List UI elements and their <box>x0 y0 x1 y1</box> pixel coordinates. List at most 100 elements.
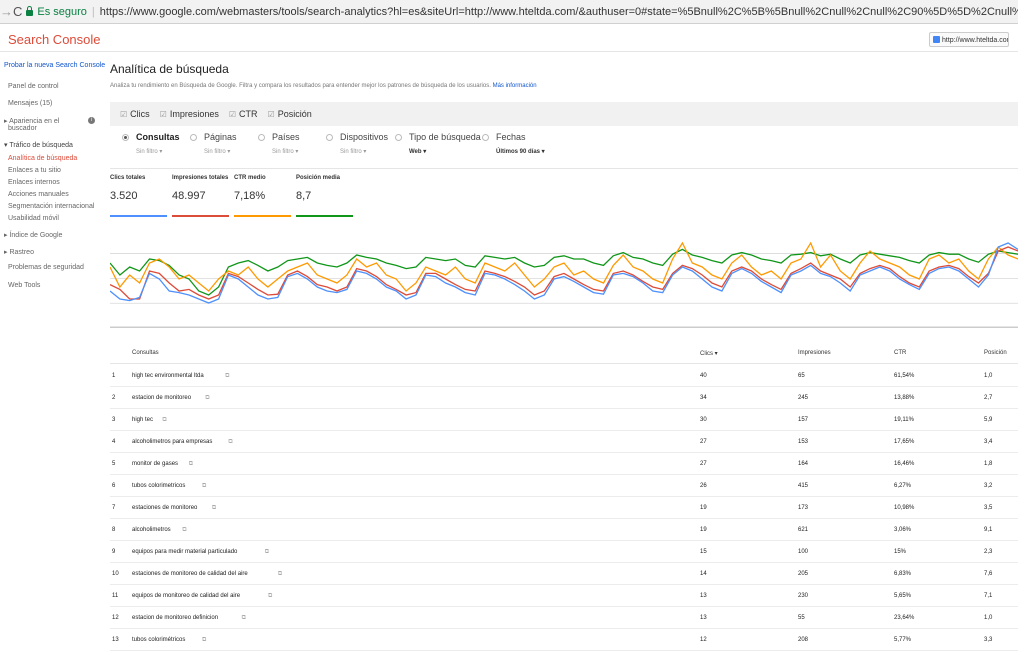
cell-query[interactable]: equipos para medir material particulado <box>132 549 237 555</box>
metric-ctr-checkbox[interactable]: ☑ CTR <box>229 109 258 119</box>
col-impresiones[interactable]: Impresiones <box>798 350 831 356</box>
more-info-link[interactable]: Más información <box>493 83 537 89</box>
external-link-icon[interactable]: ⧉ <box>182 527 186 534</box>
external-link-icon[interactable]: ⧉ <box>205 395 209 402</box>
cell-query[interactable]: high tec <box>132 417 153 423</box>
sidebar-item-enlaces-sitio[interactable]: Enlaces a tu sitio <box>8 167 61 174</box>
radio-icon[interactable] <box>190 134 197 141</box>
cell-impresiones: 164 <box>798 461 809 467</box>
metric-clics-checkbox[interactable]: ☑ Clics <box>120 109 150 119</box>
metric-posicion-checkbox[interactable]: ☑ Posición <box>268 109 312 119</box>
sidebar-item-analitica[interactable]: Analítica de búsqueda <box>8 155 77 162</box>
forward-arrow-icon[interactable]: → <box>0 4 13 19</box>
table-row[interactable]: 10 estaciones de monitoreo de calidad del… <box>110 563 1018 585</box>
cell-index: 9 <box>112 549 116 555</box>
cell-impresiones: 415 <box>798 483 809 489</box>
metrics-selector: ☑ Clics ☑ Impresiones ☑ CTR ☑ Posición <box>110 102 1018 126</box>
cell-clics: 27 <box>700 439 707 445</box>
sidebar-item-usabilidad[interactable]: Usabilidad móvil <box>8 215 59 222</box>
cell-query[interactable]: monitor de gases <box>132 461 178 467</box>
radio-icon[interactable] <box>258 134 265 141</box>
stat-clics: Clics totales 3.520 <box>110 175 167 217</box>
cell-query[interactable]: equipos de monitoreo de calidad del aire <box>132 593 240 599</box>
sidebar-item-seguridad[interactable]: Problemas de seguridad <box>8 264 84 271</box>
secure-label: Es seguro <box>37 5 87 18</box>
sidebar-item-trafico[interactable]: ▾ Tráfico de búsqueda <box>4 141 73 149</box>
table-row[interactable]: 7 estaciones de monitoreo ⧉ 19 173 10,98% 3,5 <box>110 497 1018 519</box>
cell-query[interactable]: tubos colorimetricos <box>132 483 185 489</box>
table-row[interactable]: 13 tubos colorimétricos ⧉ 12 208 5,77% 3,3 <box>110 629 1018 651</box>
metric-impresiones-checkbox[interactable]: ☑ Impresiones <box>160 109 219 119</box>
table-row[interactable]: 12 estacion de monitoreo definicion ⧉ 13 55 2… <box>110 607 1018 629</box>
external-link-icon[interactable]: ⧉ <box>278 571 282 578</box>
external-link-icon[interactable]: ⧉ <box>242 615 246 622</box>
external-link-icon[interactable]: ⧉ <box>228 439 232 446</box>
reload-icon[interactable]: C <box>13 4 22 19</box>
external-link-icon[interactable]: ⧉ <box>212 505 216 512</box>
dim-fechas-filter[interactable]: Últimos 90 días ▾ <box>496 148 545 155</box>
external-link-icon[interactable]: ⧉ <box>265 549 269 556</box>
col-clics[interactable]: Clics ▾ <box>700 350 718 357</box>
radio-icon[interactable] <box>482 134 489 141</box>
col-ctr[interactable]: CTR <box>894 350 906 356</box>
dim-paginas-filter[interactable]: Sin filtro ▾ <box>204 148 230 155</box>
sidebar-item-web-tools[interactable]: Web Tools <box>8 282 40 289</box>
sidebar-item-mensajes[interactable]: Mensajes (15) <box>8 100 52 107</box>
cell-query[interactable]: tubos colorimétricos <box>132 637 185 643</box>
secure-indicator[interactable]: Es seguro <box>26 5 87 18</box>
site-selector[interactable]: http://www.hteltda.com/ ▾ <box>929 32 1009 47</box>
cell-query[interactable]: high tec environmental ltda <box>132 373 204 379</box>
table-row[interactable]: 4 alcoholimetros para empresas ⧉ 27 153 17,65… <box>110 431 1018 453</box>
col-consultas[interactable]: Consultas <box>132 350 159 356</box>
dim-consultas-filter[interactable]: Sin filtro ▾ <box>136 148 162 155</box>
sidebar-item-panel[interactable]: Panel de control <box>8 83 59 90</box>
cell-posicion: 9,1 <box>984 527 993 533</box>
dim-paises-filter[interactable]: Sin filtro ▾ <box>272 148 298 155</box>
table-row[interactable]: 3 high tec ⧉ 30 157 19,11% 5,9 <box>110 409 1018 431</box>
dim-dispositivos-filter[interactable]: Sin filtro ▾ <box>340 148 366 155</box>
cell-query[interactable]: alcoholimetros <box>132 527 171 533</box>
sidebar-item-apariencia[interactable]: ▸ Apariencia en el <box>4 117 59 125</box>
table-row[interactable]: 1 high tec environmental ltda ⧉ 40 65 61,54% 1… <box>110 365 1018 387</box>
sidebar-item-enlaces-internos[interactable]: Enlaces internos <box>8 179 60 186</box>
table-row[interactable]: 9 equipos para medir material particulado… <box>110 541 1018 563</box>
external-link-icon[interactable]: ⧉ <box>202 637 206 644</box>
col-posicion[interactable]: Posición <box>984 350 1007 356</box>
table-row[interactable]: 5 monitor de gases ⧉ 27 164 16,46% 1,8 <box>110 453 1018 475</box>
url-separator: | <box>91 5 95 18</box>
url-text[interactable]: https://www.google.com/webmasters/tools/… <box>100 6 1018 18</box>
sidebar-item-rastreo[interactable]: ▸ Rastreo <box>4 248 34 256</box>
cell-impresiones: 245 <box>798 395 809 401</box>
brand-logo[interactable]: Search Console <box>8 32 101 47</box>
cell-query[interactable]: estacion de monitoreo definicion <box>132 615 218 621</box>
table-row[interactable]: 2 estacion de monitoreo ⧉ 34 245 13,88% 2,7 <box>110 387 1018 409</box>
external-link-icon[interactable]: ⧉ <box>162 417 166 424</box>
dim-tipo-filter[interactable]: Web ▾ <box>409 148 426 155</box>
cell-posicion: 7,1 <box>984 593 993 599</box>
external-link-icon[interactable]: ⧉ <box>202 483 206 490</box>
external-link-icon[interactable]: ⧉ <box>189 461 193 468</box>
performance-chart[interactable] <box>110 237 1018 329</box>
radio-icon[interactable] <box>395 134 402 141</box>
table-row[interactable]: 11 equipos de monitoreo de calidad del ai… <box>110 585 1018 607</box>
sidebar-item-segmentacion[interactable]: Segmentación internacional <box>8 203 94 210</box>
cell-impresiones: 173 <box>798 505 809 511</box>
cell-query[interactable]: estaciones de monitoreo <box>132 505 197 511</box>
page-title: Analítica de búsqueda <box>110 62 229 76</box>
cell-query[interactable]: estaciones de monitoreo de calidad del a… <box>132 571 248 577</box>
radio-icon[interactable] <box>326 134 333 141</box>
cell-query[interactable]: alcoholimetros para empresas <box>132 439 212 445</box>
sidebar-item-indice[interactable]: ▸ Índice de Google <box>4 231 62 239</box>
sidebar-item-try-new[interactable]: Probar la nueva Search Console <box>4 62 105 69</box>
radio-selected-icon[interactable] <box>122 134 129 141</box>
external-link-icon[interactable]: ⧉ <box>225 373 229 380</box>
table-row[interactable]: 6 tubos colorimetricos ⧉ 26 415 6,27% 3,2 <box>110 475 1018 497</box>
info-icon[interactable]: i <box>88 117 95 124</box>
cell-query[interactable]: estacion de monitoreo <box>132 395 191 401</box>
checkbox-icon: ☑ <box>228 109 237 119</box>
table-row[interactable]: 8 alcoholimetros ⧉ 19 621 3,06% 9,1 <box>110 519 1018 541</box>
cell-clics: 13 <box>700 593 707 599</box>
sidebar-item-apariencia-line2[interactable]: buscador <box>8 125 37 132</box>
external-link-icon[interactable]: ⧉ <box>268 593 272 600</box>
sidebar-item-acciones[interactable]: Acciones manuales <box>8 191 69 198</box>
